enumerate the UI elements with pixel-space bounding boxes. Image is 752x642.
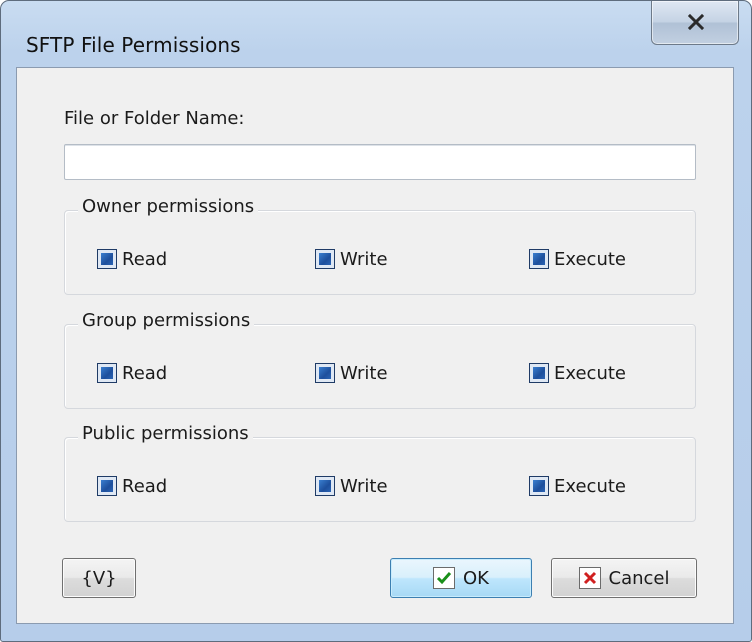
dialog-window: SFTP File Permissions File or Folder Nam… xyxy=(0,0,752,642)
checkbox-label: Read xyxy=(122,248,168,270)
checkbox-checked-icon xyxy=(97,363,117,383)
file-name-label: File or Folder Name: xyxy=(64,108,245,129)
public-read-checkbox[interactable]: Read xyxy=(97,474,167,498)
checkbox-checked-icon xyxy=(529,249,549,269)
checkbox-label: Write xyxy=(340,362,388,384)
group-execute-checkbox[interactable]: Execute xyxy=(529,361,626,385)
variables-button[interactable]: {V} xyxy=(62,558,136,598)
checkbox-label: Execute xyxy=(554,475,626,497)
checkbox-checked-icon xyxy=(529,476,549,496)
ok-button[interactable]: OK xyxy=(390,558,532,598)
checkbox-checked-icon xyxy=(315,476,335,496)
checkbox-checked-icon xyxy=(529,363,549,383)
ok-label: OK xyxy=(463,567,489,589)
checkbox-checked-icon xyxy=(97,249,117,269)
cancel-button[interactable]: Cancel xyxy=(551,558,697,598)
cross-icon xyxy=(578,567,601,589)
owner-write-checkbox[interactable]: Write xyxy=(315,247,388,271)
close-button[interactable] xyxy=(651,1,739,45)
public-execute-checkbox[interactable]: Execute xyxy=(529,474,626,498)
group-permissions-group: Group permissions Read Write Execute xyxy=(64,310,696,409)
close-icon xyxy=(688,14,704,30)
window-title: SFTP File Permissions xyxy=(26,33,241,57)
checkbox-label: Execute xyxy=(554,248,626,270)
owner-read-checkbox[interactable]: Read xyxy=(97,247,167,271)
checkmark-icon xyxy=(433,567,455,589)
checkbox-checked-icon xyxy=(315,363,335,383)
checkbox-checked-icon xyxy=(97,476,117,496)
group-permissions-title: Group permissions xyxy=(78,310,255,331)
cancel-label: Cancel xyxy=(608,567,670,589)
checkbox-checked-icon xyxy=(315,249,335,269)
public-permissions-title: Public permissions xyxy=(78,423,253,444)
file-name-input[interactable] xyxy=(64,144,696,180)
group-write-checkbox[interactable]: Write xyxy=(315,361,388,385)
group-read-checkbox[interactable]: Read xyxy=(97,361,167,385)
checkbox-label: Execute xyxy=(554,362,626,384)
checkbox-label: Read xyxy=(122,475,168,497)
owner-permissions-title: Owner permissions xyxy=(78,196,259,217)
checkbox-label: Write xyxy=(340,248,388,270)
public-permissions-group: Public permissions Read Write Execute xyxy=(64,423,696,522)
public-write-checkbox[interactable]: Write xyxy=(315,474,388,498)
owner-execute-checkbox[interactable]: Execute xyxy=(529,247,626,271)
checkbox-label: Read xyxy=(122,362,168,384)
owner-permissions-group: Owner permissions Read Write Execute xyxy=(64,196,696,295)
checkbox-label: Write xyxy=(340,475,388,497)
dialog-body: File or Folder Name: Owner permissions R… xyxy=(16,67,734,624)
